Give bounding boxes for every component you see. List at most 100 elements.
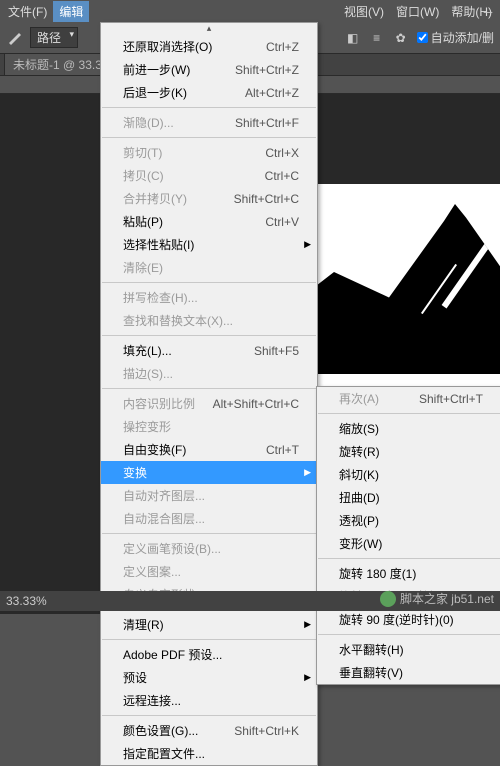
menu-item[interactable]: Adobe PDF 预设... (101, 643, 317, 666)
menu-item-label: 旋转 90 度(逆时针)(0) (339, 611, 483, 628)
menu-item: 拷贝(C)Ctrl+C (101, 164, 317, 187)
gear-icon[interactable]: ✿ (393, 30, 409, 46)
menu-item-label: 自由变换(F) (123, 441, 254, 458)
menu-item: 操控变形 (101, 415, 317, 438)
menu-item: 剪切(T)Ctrl+X (101, 141, 317, 164)
path-ops-icon[interactable]: ◧ (345, 30, 361, 46)
menu-item-label: 自动混合图层... (123, 510, 299, 527)
menu-item-label: 垂直翻转(V) (339, 664, 483, 681)
menu-item[interactable]: 旋转 90 度(逆时针)(0) (317, 608, 500, 631)
minimize-icon[interactable]: ─ (480, 4, 496, 20)
menu-item[interactable]: 填充(L)...Shift+F5 (101, 339, 317, 362)
menu-item-label: 远程连接... (123, 692, 299, 709)
menu-separator (318, 413, 500, 414)
menu-item[interactable]: 扭曲(D) (317, 486, 500, 509)
menu-item-label: 定义图案... (123, 563, 299, 580)
menu-item: 定义图案... (101, 560, 317, 583)
menu-item-label: 预设 (123, 669, 299, 686)
align-icon[interactable]: ≡ (369, 30, 385, 46)
menu-item-shortcut: Shift+Ctrl+T (407, 392, 483, 406)
submenu-arrow-icon: ▶ (304, 239, 311, 250)
menu-separator (102, 335, 316, 336)
menu-item-label: 颜色设置(G)... (123, 722, 222, 739)
submenu-arrow-icon: ▶ (304, 672, 311, 683)
menu-item-label: 自动对齐图层... (123, 487, 299, 504)
menu-item-label: 前进一步(W) (123, 61, 223, 78)
watermark-logo-icon (380, 591, 396, 607)
menu-separator (102, 137, 316, 138)
menu-item-label: 清理(R) (123, 616, 299, 633)
menu-item-shortcut: Ctrl+Z (254, 40, 299, 54)
menu-item-label: 描边(S)... (123, 365, 299, 382)
submenu-arrow-icon: ▶ (304, 619, 311, 630)
menu-scroll-up-icon[interactable]: ▴ (101, 23, 317, 35)
menu-item: 合并拷贝(Y)Shift+Ctrl+C (101, 187, 317, 210)
menu-item-label: 渐隐(D)... (123, 114, 223, 131)
menu-item-label: 填充(L)... (123, 342, 242, 359)
menu-item[interactable]: 指定配置文件... (101, 742, 317, 765)
menu-item[interactable]: 前进一步(W)Shift+Ctrl+Z (101, 58, 317, 81)
menu-separator (102, 715, 316, 716)
menu-item[interactable]: 垂直翻转(V) (317, 661, 500, 684)
menu-item[interactable]: 远程连接... (101, 689, 317, 712)
menu-item-label: 缩放(S) (339, 420, 483, 437)
auto-add-checkbox[interactable]: 自动添加/删 (417, 29, 494, 46)
menu-edit[interactable]: 编辑 (53, 1, 89, 22)
pen-tool-icon[interactable] (6, 30, 22, 46)
menu-item-label: 水平翻转(H) (339, 641, 483, 658)
menu-item[interactable]: 变形(W) (317, 532, 500, 555)
menu-item[interactable]: 透视(P) (317, 509, 500, 532)
menu-item: 再次(A)Shift+Ctrl+T (317, 387, 500, 410)
menu-item[interactable]: 后退一步(K)Alt+Ctrl+Z (101, 81, 317, 104)
artwork-shape (290, 204, 500, 374)
menu-item[interactable]: 清理(R) ▶ (101, 613, 317, 636)
menu-separator (318, 634, 500, 635)
menubar: 文件(F) 编辑 视图(V) 窗口(W) 帮助(H) ─ (0, 0, 500, 22)
menu-item[interactable]: 选择性粘贴(I) ▶ (101, 233, 317, 256)
menu-item[interactable]: 颜色设置(G)...Shift+Ctrl+K (101, 719, 317, 742)
mode-dropdown[interactable]: 路径 (30, 27, 78, 48)
menu-item: 内容识别比例Alt+Shift+Ctrl+C (101, 392, 317, 415)
menu-item-shortcut: Ctrl+C (253, 169, 299, 183)
menu-view[interactable]: 视图(V) (338, 1, 390, 22)
menu-item-label: 选择性粘贴(I) (123, 236, 299, 253)
menu-item[interactable]: 粘贴(P)Ctrl+V (101, 210, 317, 233)
menu-window[interactable]: 窗口(W) (390, 1, 445, 22)
menu-item[interactable]: 水平翻转(H) (317, 638, 500, 661)
menu-item: 定义画笔预设(B)... (101, 537, 317, 560)
menu-item-shortcut: Alt+Ctrl+Z (233, 86, 299, 100)
menu-separator (102, 639, 316, 640)
menu-item-label: 粘贴(P) (123, 213, 253, 230)
menu-item-label: 清除(E) (123, 259, 299, 276)
menu-item-label: 斜切(K) (339, 466, 483, 483)
transform-submenu: 再次(A)Shift+Ctrl+T 缩放(S) 旋转(R) 斜切(K) 扭曲(D) 透视(… (316, 386, 500, 685)
menu-separator (102, 388, 316, 389)
menu-item-label: 透视(P) (339, 512, 483, 529)
menu-item[interactable]: 还原取消选择(O)Ctrl+Z (101, 35, 317, 58)
menu-item-label: Adobe PDF 预设... (123, 646, 299, 663)
menu-item[interactable]: 旋转(R) (317, 440, 500, 463)
menu-item: 拼写检查(H)... (101, 286, 317, 309)
menu-item[interactable]: 斜切(K) (317, 463, 500, 486)
menu-file[interactable]: 文件(F) (2, 1, 53, 22)
menu-item-label: 旋转(R) (339, 443, 483, 460)
menu-item[interactable]: 旋转 180 度(1) (317, 562, 500, 585)
menu-item-shortcut: Shift+Ctrl+K (222, 724, 299, 738)
menu-item: 渐隐(D)...Shift+Ctrl+F (101, 111, 317, 134)
menu-item-shortcut: Ctrl+T (254, 443, 299, 457)
menu-item[interactable]: 变换▶ (101, 461, 317, 484)
menu-item-shortcut: Alt+Shift+Ctrl+C (201, 397, 299, 411)
menu-item-label: 操控变形 (123, 418, 299, 435)
menu-separator (102, 533, 316, 534)
menu-item-label: 合并拷贝(Y) (123, 190, 222, 207)
menu-item-label: 剪切(T) (123, 144, 253, 161)
menu-item-shortcut: Ctrl+X (253, 146, 299, 160)
menu-item-label: 查找和替换文本(X)... (123, 312, 299, 329)
zoom-level[interactable]: 33.33% (6, 594, 47, 608)
menu-item-label: 定义画笔预设(B)... (123, 540, 299, 557)
menu-item[interactable]: 缩放(S) (317, 417, 500, 440)
menu-item[interactable]: 自由变换(F)Ctrl+T (101, 438, 317, 461)
menu-item[interactable]: 预设 ▶ (101, 666, 317, 689)
menu-item-shortcut: Shift+Ctrl+C (222, 192, 299, 206)
watermark: 脚本之家 jb51.net (380, 590, 494, 607)
